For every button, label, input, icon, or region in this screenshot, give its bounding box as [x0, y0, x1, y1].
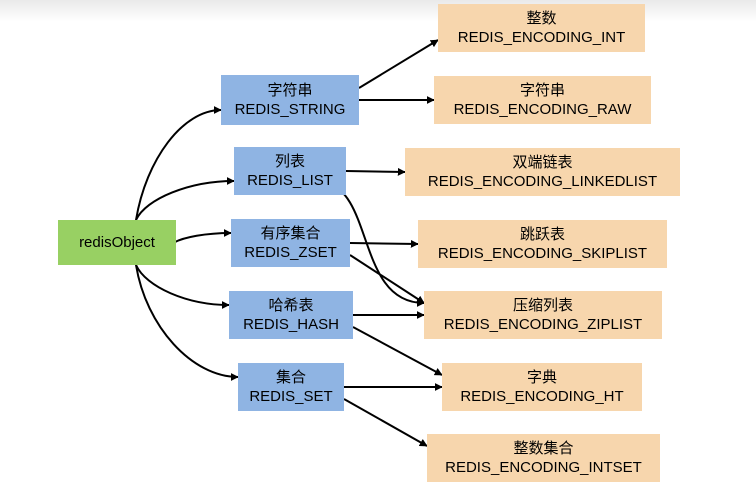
- type-en-label: REDIS_HASH: [243, 316, 339, 333]
- edge-type_2-to-enc_3: [349, 239, 419, 248]
- type-cn-label: 字符串: [267, 82, 313, 99]
- encoding-en-label: REDIS_ENCODING_LINKEDLIST: [427, 173, 658, 190]
- root-label: redisObject: [79, 234, 155, 251]
- type-cn-label: 列表: [274, 153, 305, 170]
- type-cn-label: 集合: [275, 369, 306, 386]
- root-node-redisobject: redisObject: [58, 220, 176, 265]
- encoding-en-label: REDIS_ENCODING_HT: [460, 388, 624, 405]
- encoding-node-skiplist: 跳跃表 REDIS_ENCODING_SKIPLIST: [418, 220, 667, 268]
- edge-root-to-type_3: [135, 264, 230, 309]
- encoding-node-int: 整数 REDIS_ENCODING_INT: [438, 4, 645, 52]
- type-node-zset: 有序集合 REDIS_ZSET: [231, 219, 350, 267]
- encoding-cn-label: 整数集合: [513, 440, 574, 457]
- edge-type_2-to-enc_4: [349, 254, 425, 304]
- edge-root-to-type_2: [173, 229, 232, 244]
- encoding-node-ht: 字典 REDIS_ENCODING_HT: [442, 363, 642, 411]
- edge-type_0-to-enc_0: [358, 39, 439, 89]
- type-en-label: REDIS_LIST: [247, 172, 333, 189]
- edge-root-to-type_1: [135, 177, 235, 221]
- type-node-string: 字符串 REDIS_STRING: [221, 75, 359, 125]
- encoding-en-label: REDIS_ENCODING_INT: [457, 29, 626, 46]
- encoding-cn-label: 字典: [526, 369, 557, 386]
- edge-type_1-to-enc_2: [345, 167, 406, 176]
- encoding-node-raw: 字符串 REDIS_ENCODING_RAW: [434, 76, 651, 124]
- edge-root-to-type_0: [135, 106, 222, 221]
- encoding-en-label: REDIS_ENCODING_SKIPLIST: [437, 245, 648, 262]
- encoding-cn-label: 跳跃表: [519, 226, 565, 243]
- type-node-set: 集合 REDIS_SET: [238, 363, 344, 411]
- type-en-label: REDIS_ZSET: [244, 244, 337, 261]
- type-en-label: REDIS_STRING: [234, 101, 346, 118]
- encoding-en-label: REDIS_ENCODING_INTSET: [445, 459, 642, 476]
- encoding-en-label: REDIS_ENCODING_RAW: [453, 101, 632, 118]
- type-node-hash: 哈希表 REDIS_HASH: [229, 291, 353, 339]
- type-node-list: 列表 REDIS_LIST: [234, 147, 346, 195]
- encoding-cn-label: 字符串: [519, 82, 565, 99]
- encoding-cn-label: 双端链表: [512, 154, 573, 171]
- edge-type_4-to-enc_6: [343, 398, 428, 447]
- type-cn-label: 哈希表: [268, 297, 314, 314]
- encoding-cn-label: 压缩列表: [512, 297, 573, 314]
- encoding-cn-label: 整数: [526, 10, 557, 27]
- encoding-node-ziplist: 压缩列表 REDIS_ENCODING_ZIPLIST: [424, 291, 662, 339]
- type-cn-label: 有序集合: [260, 225, 321, 242]
- encoding-node-intset: 整数集合 REDIS_ENCODING_INTSET: [427, 434, 660, 482]
- encoding-en-label: REDIS_ENCODING_ZIPLIST: [443, 316, 643, 333]
- encoding-node-linkedlist: 双端链表 REDIS_ENCODING_LINKEDLIST: [405, 148, 680, 196]
- type-en-label: REDIS_SET: [249, 388, 333, 405]
